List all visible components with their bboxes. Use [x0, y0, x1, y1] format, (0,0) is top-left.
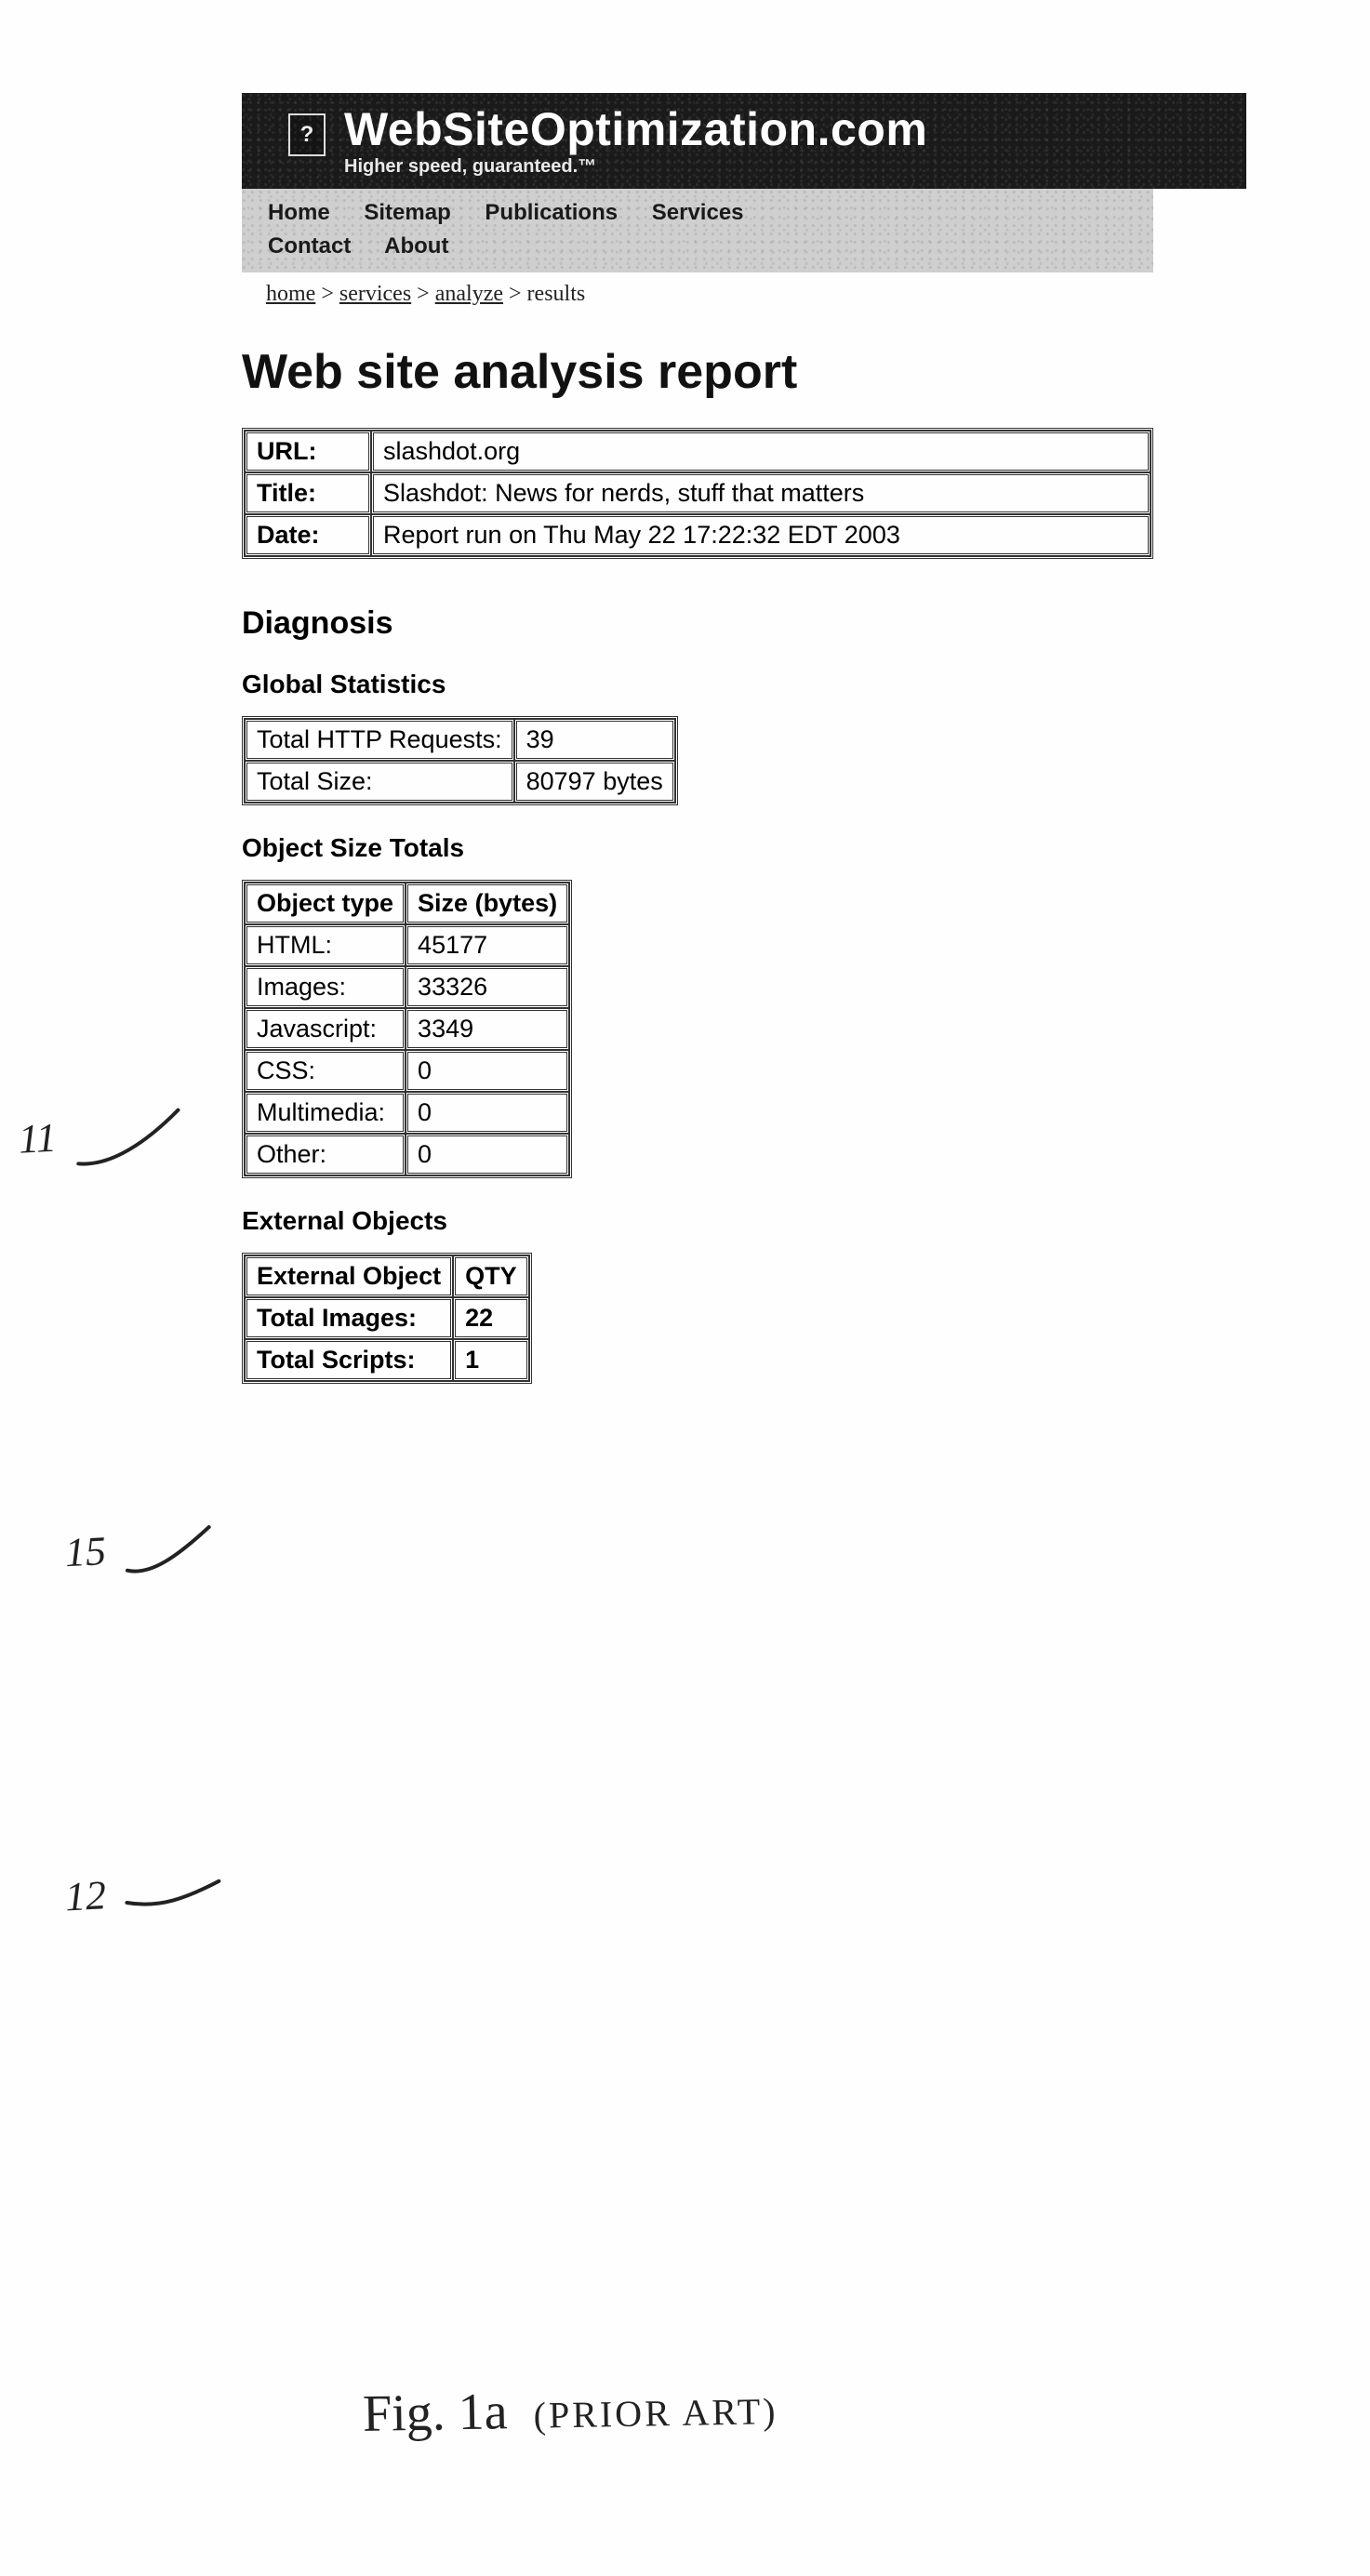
info-date-value: Report run on Thu May 22 17:22:32 EDT 20… — [371, 514, 1151, 556]
global-stats-table: Total HTTP Requests: 39 Total Size: 8079… — [242, 716, 678, 805]
figure-caption: Fig. 1a (PRIOR ART) — [362, 2377, 778, 2444]
stat-label: Total Size: — [245, 761, 514, 803]
table-row: Javascript:3349 — [245, 1008, 569, 1050]
crumb-home[interactable]: home — [266, 282, 315, 306]
stat-label: Total HTTP Requests: — [245, 719, 514, 761]
col-type: Object type — [245, 883, 406, 924]
arrow-icon — [71, 1102, 185, 1173]
nav-sitemap[interactable]: Sitemap — [364, 200, 450, 225]
table-row: Date: Report run on Thu May 22 17:22:32 … — [245, 514, 1151, 556]
site-tagline: Higher speed, guaranteed.™ — [344, 156, 1228, 178]
annotation-15: 15 — [64, 1521, 217, 1585]
table-row: Multimedia:0 — [245, 1092, 569, 1134]
info-table: URL: slashdot.org Title: Slashdot: News … — [242, 428, 1153, 559]
crumb-results: results — [527, 282, 586, 306]
table-row: Total Scripts:1 — [245, 1339, 529, 1381]
info-date-label: Date: — [245, 514, 371, 556]
page-title: Web site analysis report — [242, 344, 1333, 400]
info-url-value: slashdot.org — [371, 431, 1151, 472]
top-nav: Home Sitemap Publications Services Conta… — [242, 189, 1153, 272]
nav-publications[interactable]: Publications — [485, 200, 618, 225]
table-header-row: Object type Size (bytes) — [245, 883, 569, 924]
annotation-11: 11 — [17, 1102, 185, 1175]
crumb-analyze[interactable]: analyze — [435, 282, 503, 306]
arrow-icon — [121, 1869, 225, 1921]
object-size-heading: Object Size Totals — [242, 833, 1333, 863]
crumb-sep: > — [321, 282, 339, 306]
diagnosis-heading: Diagnosis — [242, 605, 1333, 642]
table-row: URL: slashdot.org — [245, 431, 1151, 472]
nav-home[interactable]: Home — [268, 200, 330, 225]
global-stats-heading: Global Statistics — [242, 670, 1333, 699]
site-banner: ? WebSiteOptimization.com Higher speed, … — [242, 93, 1246, 189]
crumb-sep: > — [417, 282, 435, 306]
stat-value: 80797 bytes — [514, 761, 675, 803]
table-row: Total Images:22 — [245, 1297, 529, 1339]
col-qty: QTY — [453, 1255, 529, 1297]
crumb-services[interactable]: services — [339, 282, 411, 306]
table-row: Total HTTP Requests: 39 — [245, 719, 675, 761]
crumb-sep: > — [509, 282, 527, 306]
table-row: Other:0 — [245, 1134, 569, 1175]
logo-icon: ? — [288, 113, 326, 156]
table-row: HTML:45177 — [245, 924, 569, 966]
table-row: Title: Slashdot: News for nerds, stuff t… — [245, 472, 1151, 514]
table-header-row: External Object QTY — [245, 1255, 529, 1297]
info-url-label: URL: — [245, 431, 371, 472]
table-row: CSS:0 — [245, 1050, 569, 1092]
breadcrumb: home > services > analyze > results — [242, 272, 1333, 307]
stat-value: 39 — [514, 719, 675, 761]
col-extobj: External Object — [245, 1255, 453, 1297]
table-row: Images:33326 — [245, 966, 569, 1008]
info-title-label: Title: — [245, 472, 371, 514]
nav-contact[interactable]: Contact — [268, 233, 351, 259]
annotation-12: 12 — [64, 1866, 226, 1925]
arrow-icon — [120, 1521, 216, 1582]
object-size-table: Object type Size (bytes) HTML:45177 Imag… — [242, 880, 572, 1178]
nav-about[interactable]: About — [384, 233, 448, 259]
info-title-value: Slashdot: News for nerds, stuff that mat… — [371, 472, 1151, 514]
nav-services[interactable]: Services — [652, 200, 744, 225]
external-objects-heading: External Objects — [242, 1206, 1333, 1236]
site-title: WebSiteOptimization.com — [344, 106, 1228, 153]
table-row: Total Size: 80797 bytes — [245, 761, 675, 803]
external-objects-table: External Object QTY Total Images:22 Tota… — [242, 1253, 532, 1384]
col-size: Size (bytes) — [406, 883, 569, 924]
